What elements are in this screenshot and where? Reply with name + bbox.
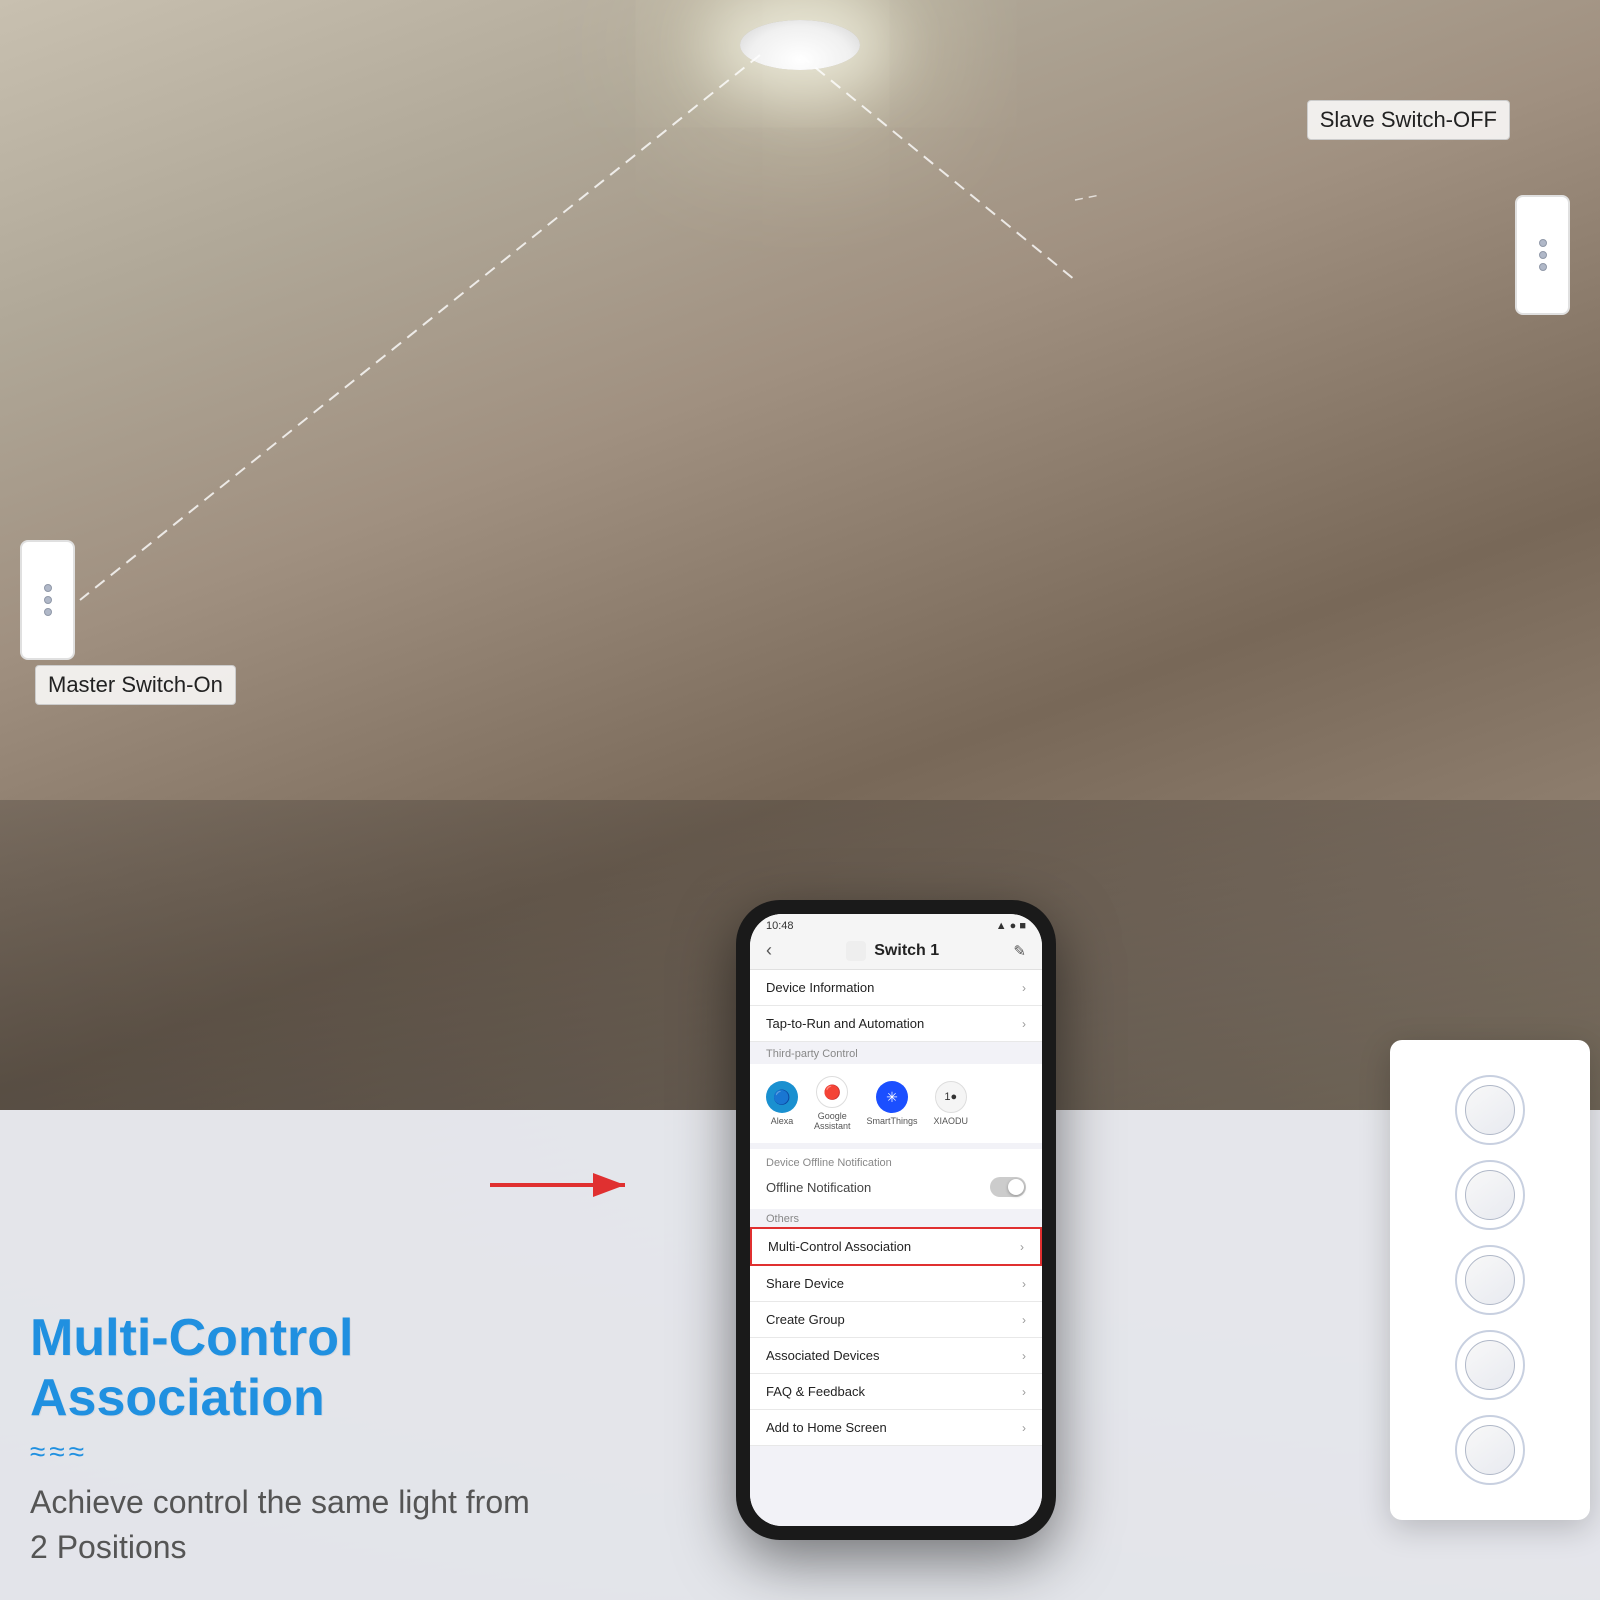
phone-icons: ▲ ● ■ xyxy=(996,920,1026,932)
master-switch xyxy=(20,540,75,660)
smart-switch-panel xyxy=(1390,1040,1590,1520)
menu-item-multi-control[interactable]: Multi-Control Association › xyxy=(750,1227,1042,1266)
phone-title: Switch 1 xyxy=(874,942,939,960)
menu-item-device-info[interactable]: Device Information › xyxy=(750,970,1042,1006)
subtitle: Achieve control the same light from 2 Po… xyxy=(30,1480,630,1570)
menu-label-faq: FAQ & Feedback xyxy=(766,1384,865,1399)
menu-label-create-group: Create Group xyxy=(766,1312,845,1327)
chevron-share-device: › xyxy=(1022,1277,1026,1291)
bottom-text-section: Multi-Control Association ≈≈≈ Achieve co… xyxy=(30,1308,630,1570)
switch-dot-4 xyxy=(44,584,52,592)
offline-section-label: Device Offline Notification xyxy=(766,1157,1026,1173)
menu-item-tap-to-run[interactable]: Tap-to-Run and Automation › xyxy=(750,1006,1042,1042)
menu-label-device-info: Device Information xyxy=(766,980,874,995)
menu-label-add-home: Add to Home Screen xyxy=(766,1420,887,1435)
offline-toggle[interactable] xyxy=(990,1177,1026,1197)
edit-icon[interactable]: ✎ xyxy=(1013,942,1026,960)
menu-label-multi-control: Multi-Control Association xyxy=(768,1239,911,1254)
switch-btn-4[interactable] xyxy=(1455,1330,1525,1400)
master-switch-label: Master Switch-On xyxy=(35,665,236,705)
offline-label: Offline Notification xyxy=(766,1180,871,1195)
third-party-label: Third-party Control xyxy=(750,1042,1042,1064)
switch-btn-inner-2 xyxy=(1465,1170,1515,1220)
alexa-icon: 🔵 xyxy=(766,1081,798,1113)
phone-header: ‹ Switch 1 ✎ xyxy=(750,936,1042,970)
others-section: Multi-Control Association › Share Device… xyxy=(750,1227,1042,1446)
slave-switch xyxy=(1515,195,1570,315)
chevron-multi-control: › xyxy=(1020,1240,1024,1254)
menu-item-add-home[interactable]: Add to Home Screen › xyxy=(750,1410,1042,1446)
slave-switch-label: Slave Switch-OFF xyxy=(1307,100,1510,140)
menu-item-share-device[interactable]: Share Device › xyxy=(750,1266,1042,1302)
switch-dot-3 xyxy=(1539,263,1547,271)
tp-alexa[interactable]: 🔵 Alexa xyxy=(766,1081,798,1126)
offline-row: Offline Notification xyxy=(766,1173,1026,1201)
ceiling-light xyxy=(740,20,860,70)
master-label-text: Master Switch-On xyxy=(48,672,223,697)
third-party-icons: 🔵 Alexa 🔴 GoogleAssistant ✳ SmartThings … xyxy=(766,1072,1026,1135)
chevron-faq: › xyxy=(1022,1385,1026,1399)
menu-item-faq[interactable]: FAQ & Feedback › xyxy=(750,1374,1042,1410)
third-party-section: 🔵 Alexa 🔴 GoogleAssistant ✳ SmartThings … xyxy=(750,1064,1042,1143)
chevron-add-home: › xyxy=(1022,1421,1026,1435)
offline-section: Device Offline Notification Offline Noti… xyxy=(750,1143,1042,1209)
back-icon[interactable]: ‹ xyxy=(766,940,772,961)
phone-status-bar: 10:48 ▲ ● ■ xyxy=(750,914,1042,936)
phone-menu-list: Device Information › Tap-to-Run and Auto… xyxy=(750,970,1042,1526)
device-icon xyxy=(846,941,866,961)
chevron-device-info: › xyxy=(1022,981,1026,995)
menu-label-tap-to-run: Tap-to-Run and Automation xyxy=(766,1016,924,1031)
switch-dot-5 xyxy=(44,596,52,604)
alexa-label: Alexa xyxy=(771,1116,794,1126)
switch-btn-5[interactable] xyxy=(1455,1415,1525,1485)
menu-section-top: Device Information › Tap-to-Run and Auto… xyxy=(750,970,1042,1042)
xiaodu-label: XIAODU xyxy=(934,1116,969,1126)
smartthings-label: SmartThings xyxy=(867,1116,918,1126)
phone-time: 10:48 xyxy=(766,920,794,932)
switch-btn-inner-1 xyxy=(1465,1085,1515,1135)
phone-mockup: 10:48 ▲ ● ■ ‹ Switch 1 ✎ Device Informat… xyxy=(736,900,1056,1540)
wave-lines: ≈≈≈ xyxy=(30,1436,630,1468)
tp-xiaodu[interactable]: 1● XIAODU xyxy=(934,1081,969,1126)
menu-label-associated-devices: Associated Devices xyxy=(766,1348,879,1363)
chevron-associated-devices: › xyxy=(1022,1349,1026,1363)
switch-dot-2 xyxy=(1539,251,1547,259)
menu-item-associated-devices[interactable]: Associated Devices › xyxy=(750,1338,1042,1374)
chevron-tap-to-run: › xyxy=(1022,1017,1026,1031)
xiaodu-icon: 1● xyxy=(935,1081,967,1113)
phone-screen: 10:48 ▲ ● ■ ‹ Switch 1 ✎ Device Informat… xyxy=(750,914,1042,1526)
switch-btn-inner-4 xyxy=(1465,1340,1515,1390)
toggle-knob xyxy=(1008,1179,1024,1195)
smartthings-icon: ✳ xyxy=(876,1081,908,1113)
switch-dot-1 xyxy=(1539,239,1547,247)
red-arrow xyxy=(480,1160,640,1210)
main-title: Multi-Control Association xyxy=(30,1308,630,1428)
others-section-label: Others xyxy=(750,1209,1042,1227)
switch-btn-inner-5 xyxy=(1465,1425,1515,1475)
switch-btn-1[interactable] xyxy=(1455,1075,1525,1145)
google-label: GoogleAssistant xyxy=(814,1111,851,1131)
google-icon: 🔴 xyxy=(816,1076,848,1108)
menu-label-share-device: Share Device xyxy=(766,1276,844,1291)
switch-btn-inner-3 xyxy=(1465,1255,1515,1305)
switch-btn-3[interactable] xyxy=(1455,1245,1525,1315)
slave-label-text: Slave Switch-OFF xyxy=(1320,107,1497,132)
tp-google[interactable]: 🔴 GoogleAssistant xyxy=(814,1076,851,1131)
subtitle-line1: Achieve control the same light from xyxy=(30,1484,530,1520)
chevron-create-group: › xyxy=(1022,1313,1026,1327)
tp-smartthings[interactable]: ✳ SmartThings xyxy=(867,1081,918,1126)
switch-dot-6 xyxy=(44,608,52,616)
header-title-area: Switch 1 xyxy=(846,941,939,961)
switch-btn-2[interactable] xyxy=(1455,1160,1525,1230)
menu-item-create-group[interactable]: Create Group › xyxy=(750,1302,1042,1338)
subtitle-line2: 2 Positions xyxy=(30,1529,187,1565)
